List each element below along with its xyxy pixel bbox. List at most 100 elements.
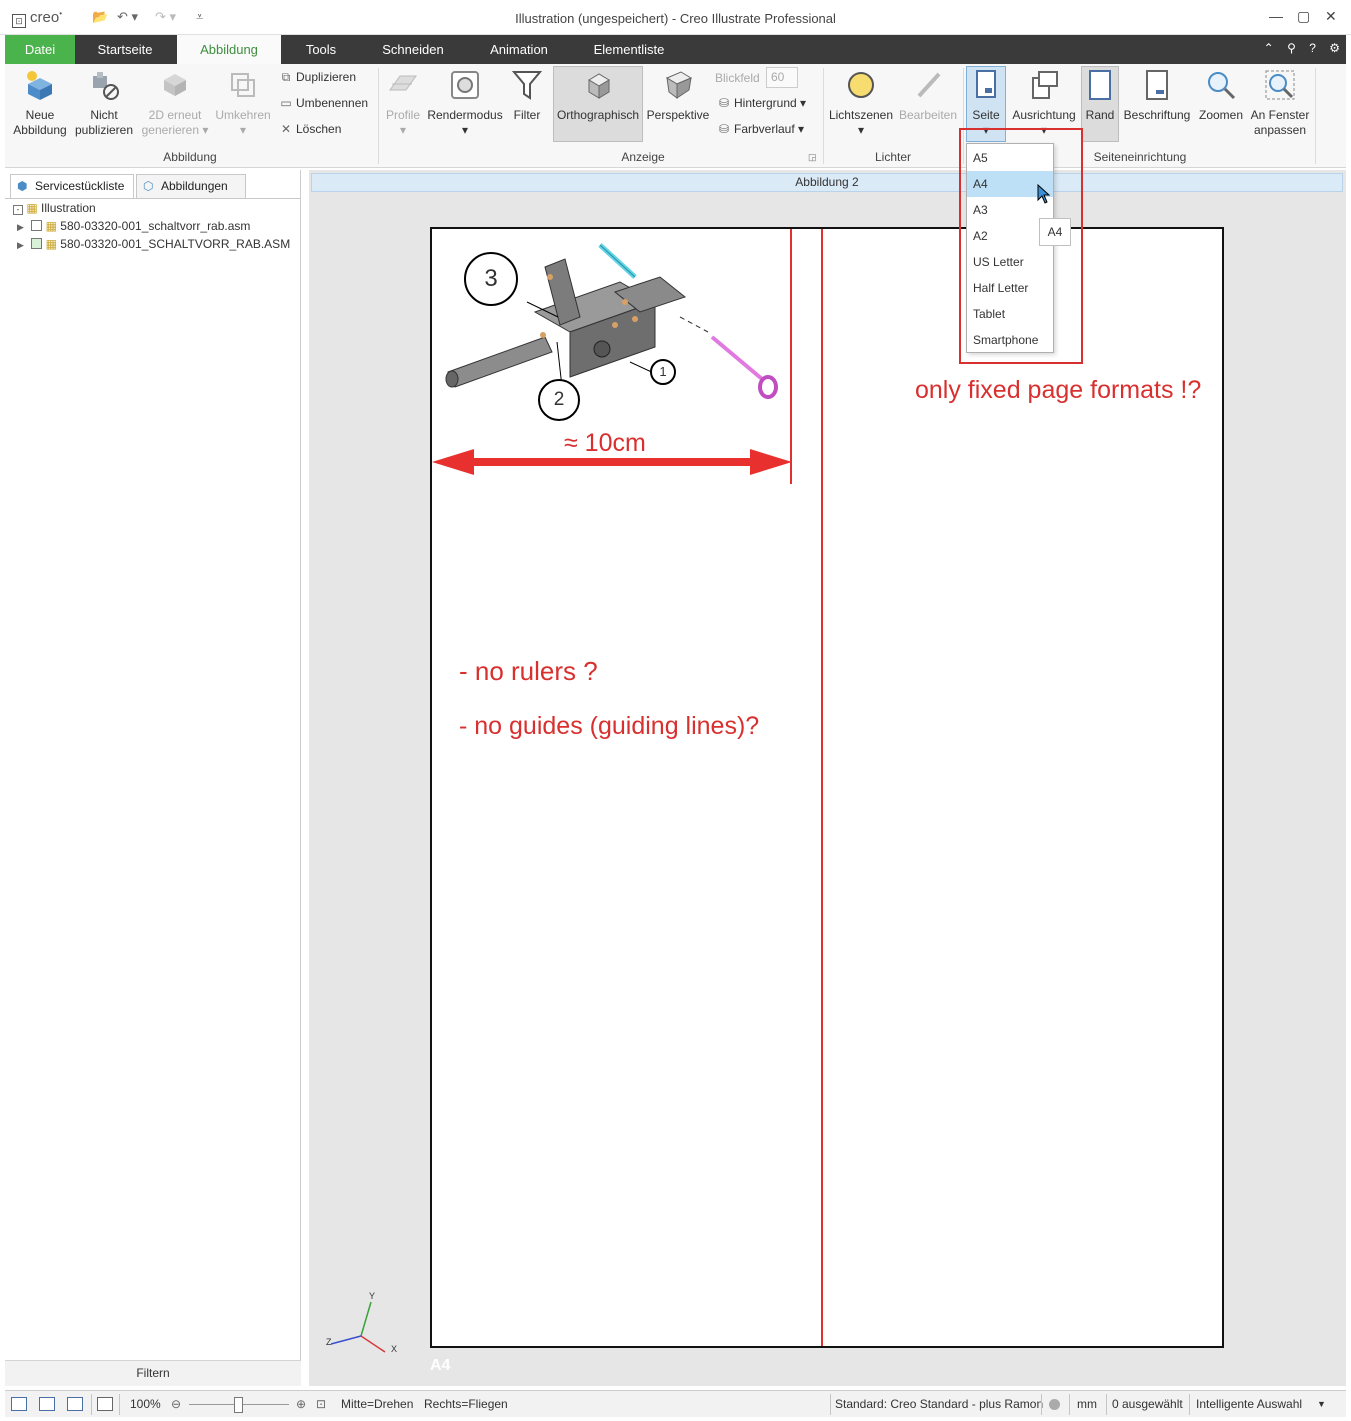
tab-abbildungen[interactable]: ⬡ Abbildungen: [136, 174, 246, 198]
formats-annotation: only fixed page formats !?: [915, 376, 1202, 404]
status-bar: 100% ⊖ ⊕ ⊡ Mitte=Drehen Rechts=Fliegen S…: [5, 1390, 1346, 1417]
tab-elementliste[interactable]: Elementliste: [579, 35, 679, 64]
axis-x-label: X: [391, 1344, 398, 1354]
explode-line: [679, 316, 709, 333]
reverse-button[interactable]: Umkehren ▾: [213, 68, 273, 138]
graphics-area[interactable]: Abbildung 2 3 2 1 ≈ 10cm - no rulers ? -…: [309, 170, 1346, 1386]
tab-startseite[interactable]: Startseite: [81, 35, 169, 64]
zoom-slider-thumb[interactable]: [234, 1397, 243, 1413]
layout-single-icon[interactable]: [11, 1397, 27, 1411]
tab-servicestueckliste[interactable]: ⬢ Servicestückliste: [10, 174, 134, 198]
eye-bolt-pink: [710, 335, 778, 399]
background-button[interactable]: ⛁ Hintergrund ▾: [716, 96, 806, 110]
zoom-out-icon[interactable]: ⊖: [171, 1391, 181, 1418]
layout-split-horizontal-icon[interactable]: [67, 1397, 83, 1411]
group-label-seiteneinrichtung: Seiteneinrichtung: [1093, 150, 1187, 164]
regenerate-icon: [164, 74, 186, 96]
selection-count: 0 ausgewählt: [1112, 1397, 1183, 1411]
callout-1[interactable]: 1: [650, 359, 676, 385]
zoom-level: 100%: [130, 1397, 161, 1411]
rename-icon: ▭: [280, 96, 292, 110]
dropdown-item-a5[interactable]: A5: [967, 145, 1053, 171]
gradient-button[interactable]: ⛁ Farbverlauf ▾: [716, 122, 804, 136]
dropdown-item-half-letter[interactable]: Half Letter: [967, 275, 1053, 301]
layout-split-vertical-icon[interactable]: [39, 1397, 55, 1411]
delete-icon: ✕: [280, 122, 292, 136]
assembly-icon: ▦: [26, 201, 38, 215]
title-bar: ⊡ creo• 📂 ↶ ▾ ↷ ▾ ⩡ Illustration (ungespe…: [0, 0, 1351, 35]
dropdown-item-smartphone[interactable]: Smartphone: [967, 327, 1053, 353]
page-format-dropdown: A5 A4 A3 A2 US Letter Half Letter Tablet…: [966, 143, 1054, 353]
profile-icon: [389, 75, 417, 91]
new-illustration-icon: [27, 71, 52, 100]
regenerate-2d-button[interactable]: 2D erneut generieren ▾: [139, 68, 211, 138]
ribbon-tab-bar: Datei Startseite Abbildung Tools Schneid…: [5, 35, 1346, 64]
dropdown-item-tablet[interactable]: Tablet: [967, 301, 1053, 327]
fit-window-icon: [1265, 70, 1295, 100]
tab-schneiden[interactable]: Schneiden: [365, 35, 461, 64]
render-mode-button[interactable]: Rendermodus ▾: [426, 68, 504, 138]
checkbox[interactable]: [31, 220, 43, 231]
cube-icon: ⬢: [17, 179, 28, 193]
duplicate-button[interactable]: ⧉ Duplizieren: [278, 70, 356, 85]
filter-bar[interactable]: Filtern: [5, 1360, 301, 1386]
dialog-launcher-icon[interactable]: ◲: [808, 152, 817, 163]
callout-2[interactable]: 2: [538, 379, 580, 421]
delete-button[interactable]: ✕ Löschen: [278, 122, 341, 136]
tab-tools[interactable]: Tools: [289, 35, 353, 64]
layout-full-icon[interactable]: [97, 1397, 113, 1411]
tree-row-illustration[interactable]: - ▦ Illustration: [13, 201, 96, 215]
zoom-button[interactable]: Zoomen: [1195, 68, 1247, 123]
illustration-icon: ⬡: [143, 179, 154, 193]
group-label-lichter: Lichter: [874, 150, 912, 164]
zoom-fit-icon[interactable]: ⊡: [316, 1391, 326, 1418]
checkbox-partial[interactable]: [31, 238, 43, 249]
tab-datei[interactable]: Datei: [5, 35, 75, 64]
guide-line-long: [821, 229, 823, 1346]
tree-row-asm-1[interactable]: ▶ ▦ 580-03320-001_schaltvorr_rab.asm: [17, 219, 250, 233]
selection-mode-select[interactable]: Intelligente Auswahl: [1196, 1391, 1302, 1418]
tab-animation[interactable]: Animation: [473, 35, 565, 64]
axis-y-label: Y: [369, 1291, 376, 1301]
expand-icon[interactable]: ▶: [17, 222, 24, 232]
render-mode-icon: [451, 71, 479, 99]
new-illustration-button[interactable]: Neue Abbildung: [9, 68, 71, 138]
perspective-icon: [665, 71, 693, 99]
rulers-annotation: - no rulers ?: [459, 656, 598, 686]
callout-3[interactable]: 3: [464, 252, 518, 306]
collapse-icon[interactable]: -: [13, 205, 23, 215]
profile-button[interactable]: Profile ▾: [383, 68, 423, 138]
light-scenes-button[interactable]: Lichtszenen ▾: [827, 68, 895, 138]
rename-button[interactable]: ▭ Umbenennen: [278, 96, 368, 110]
standard-style[interactable]: Standard: Creo Standard - plus Ramon: [835, 1391, 1043, 1418]
edit-lights-button[interactable]: Bearbeiten: [897, 68, 959, 123]
window-title: Illustration (ungespeichert) - Creo Illu…: [515, 11, 836, 26]
dropdown-item-us-letter[interactable]: US Letter: [967, 249, 1053, 275]
width-annotation: ≈ 10cm: [564, 429, 646, 457]
zoom-in-icon[interactable]: ⊕: [296, 1391, 306, 1418]
annotation-button[interactable]: Beschriftung: [1122, 68, 1192, 123]
tab-abbildung[interactable]: Abbildung: [177, 35, 281, 64]
page-a4: 3 2 1 ≈ 10cm - no rulers ? - no guides (…: [430, 227, 1224, 1348]
paint-bucket-icon: ⛁: [718, 96, 730, 110]
border-button[interactable]: Rand: [1081, 68, 1119, 123]
tooltip: A4: [1039, 218, 1071, 246]
tree-row-asm-2[interactable]: ▶ ▦ 580-03320-001_SCHALTVORR_RAB.ASM: [17, 237, 290, 251]
orthographic-icon: [588, 73, 610, 99]
orthographic-button[interactable]: Orthographisch: [553, 68, 643, 123]
group-label-abbildung: Abbildung: [163, 150, 217, 164]
fit-window-button[interactable]: An Fenster anpassen: [1249, 68, 1311, 138]
unpublish-button[interactable]: Nicht publizieren: [73, 68, 135, 138]
chevron-down-icon[interactable]: ▼: [1317, 1391, 1326, 1418]
close-icon[interactable]: ✕: [1325, 8, 1337, 25]
minimize-icon[interactable]: —: [1269, 8, 1283, 24]
search-icon[interactable]: ⚲: [1287, 41, 1296, 55]
field-of-view-input[interactable]: 60: [766, 67, 798, 88]
filter-button[interactable]: Filter: [507, 68, 547, 123]
maximize-icon[interactable]: ▢: [1297, 8, 1310, 25]
collapse-ribbon-icon[interactable]: ⌃: [1264, 41, 1274, 55]
expand-icon[interactable]: ▶: [17, 240, 24, 250]
perspective-button[interactable]: Perspektive: [645, 68, 711, 123]
help-icon[interactable]: ?: [1309, 41, 1316, 55]
settings-icon[interactable]: ⚙: [1329, 41, 1340, 55]
